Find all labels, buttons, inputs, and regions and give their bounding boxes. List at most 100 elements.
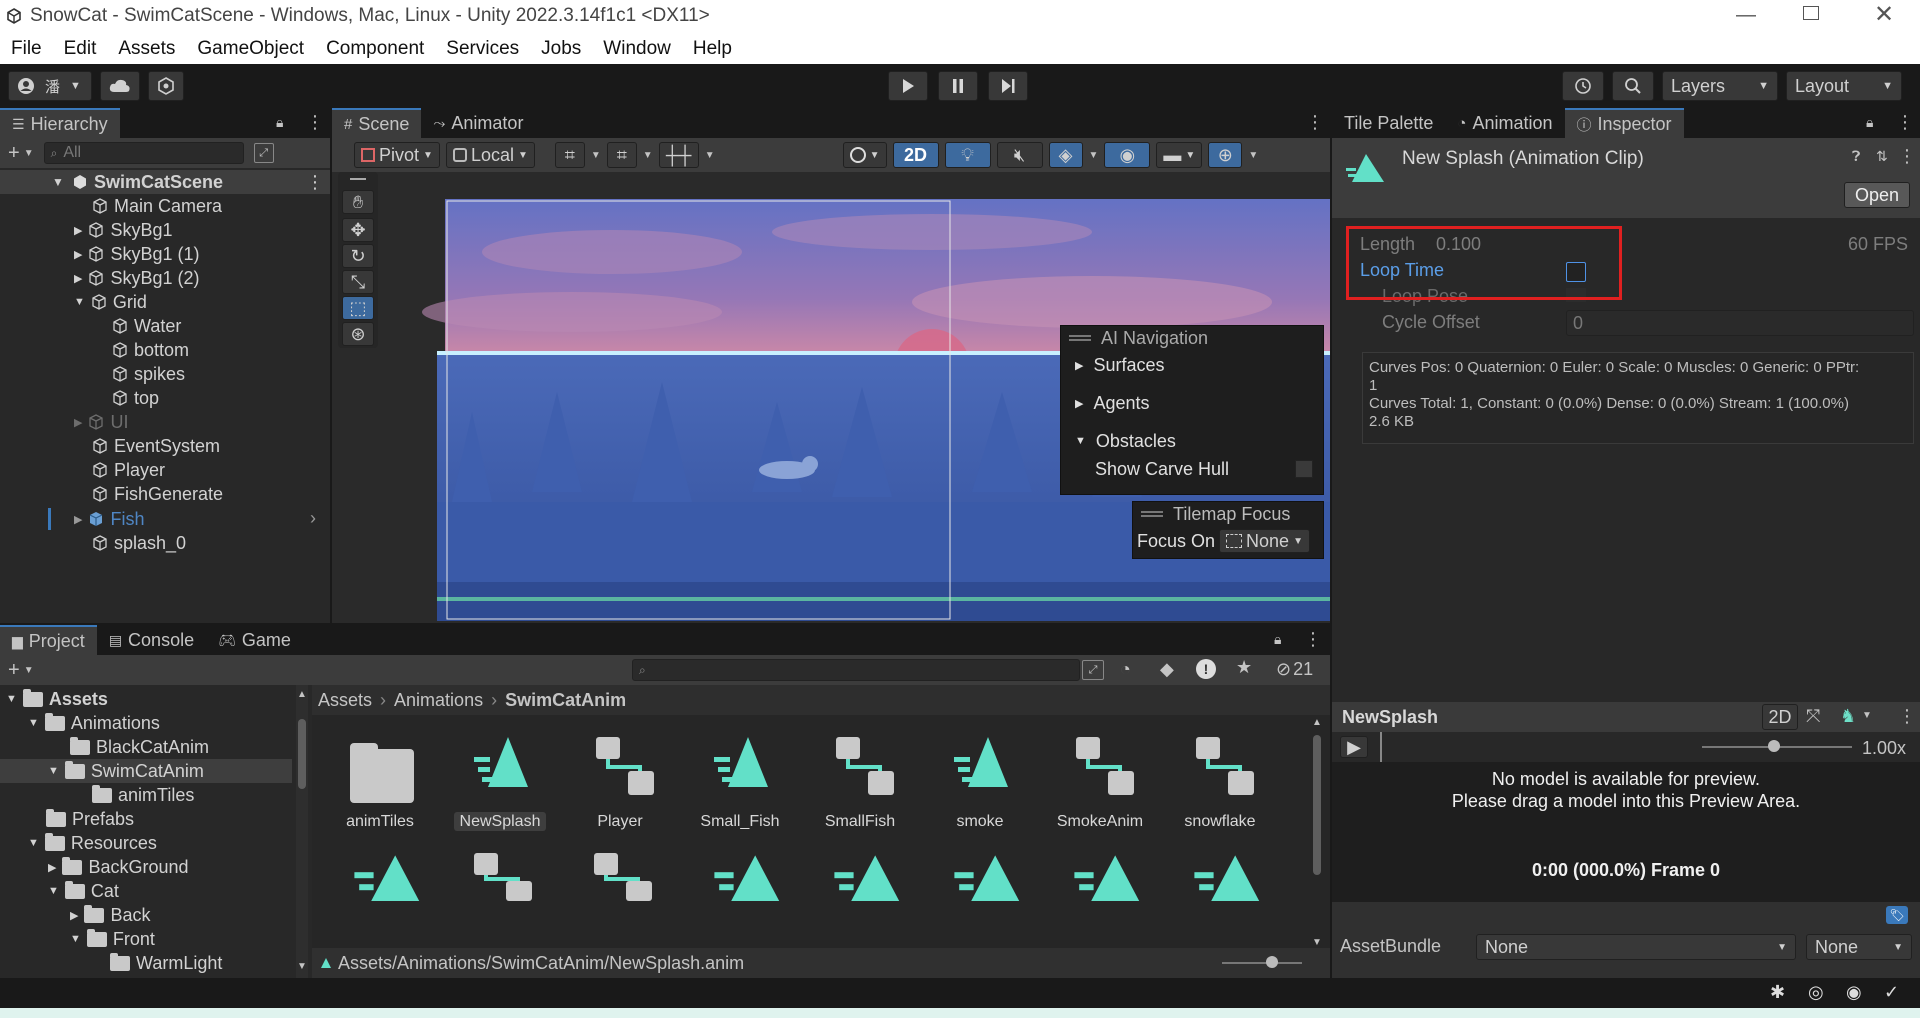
preset-icon[interactable]: ⇅ <box>1876 148 1888 165</box>
effects-icon[interactable]: ◈ <box>1048 142 1083 168</box>
help-icon[interactable]: ❓︎ <box>1852 148 1860 165</box>
asset-item-selected[interactable]: NewSplash <box>446 721 554 841</box>
tab-hierarchy[interactable]: ☰ Hierarchy <box>0 108 120 138</box>
mode-2d-button[interactable]: 2D <box>892 142 939 168</box>
increment-snap-icon[interactable]: ⌗ <box>606 142 637 168</box>
transform-tool-icon[interactable]: ⊛ <box>342 322 374 346</box>
tree-item[interactable]: ▼ Resources <box>28 831 157 855</box>
tab-project[interactable]: ▆ Project <box>0 625 97 655</box>
tree-item[interactable]: ▼ Front <box>70 927 155 951</box>
lighting-icon[interactable]: 💡︎ <box>944 142 991 168</box>
hierarchy-item[interactable]: FishGenerate <box>92 482 223 506</box>
hierarchy-item[interactable]: splash_0 <box>92 531 186 555</box>
tab-scene[interactable]: # Scene <box>332 108 422 138</box>
hierarchy-item[interactable]: top <box>112 386 159 410</box>
tree-item[interactable]: ▼ Assets <box>6 687 108 711</box>
pause-button[interactable] <box>938 71 978 101</box>
camera-dropdown[interactable]: ▬ ▼ <box>1156 142 1203 168</box>
tree-item[interactable]: ▼ Cat <box>48 879 119 903</box>
animation-clip-icon[interactable] <box>1070 853 1146 901</box>
animation-clip-icon[interactable] <box>350 853 426 901</box>
kebab-menu-icon[interactable]: ⋮ <box>1304 629 1322 650</box>
ruler-icon[interactable]: ┼┼ <box>658 142 699 168</box>
asset-item[interactable]: snowflake <box>1166 721 1274 841</box>
tree-scrollbar[interactable]: ▲ ▼ <box>296 685 308 978</box>
minimize-button[interactable]: — <box>1736 4 1756 27</box>
hand-tool-icon[interactable]: ✋︎ <box>342 190 374 214</box>
cycle-offset-input[interactable]: 0 <box>1566 310 1914 336</box>
animator-controller-icon[interactable] <box>592 851 654 901</box>
tab-tile-palette[interactable]: Tile Palette <box>1332 108 1445 138</box>
hierarchy-item[interactable]: Water <box>112 314 181 338</box>
scale-tool-icon[interactable]: ⤡ <box>342 270 374 294</box>
tab-game[interactable]: 🎮︎ Game <box>206 625 303 655</box>
open-button[interactable]: Open <box>1844 182 1910 208</box>
step-button[interactable] <box>988 71 1028 101</box>
hierarchy-item[interactable]: Main Camera <box>92 194 222 218</box>
collab-icon[interactable] <box>148 71 184 101</box>
lock-icon[interactable]: 🔒︎ <box>1274 631 1281 648</box>
account-button[interactable]: 潘 ▼ <box>8 71 92 101</box>
project-search-input[interactable]: ⌕ <box>632 659 1080 681</box>
menu-file[interactable]: File <box>11 38 42 60</box>
menu-edit[interactable]: Edit <box>64 38 97 60</box>
kebab-menu-icon[interactable]: ⋮ <box>1898 706 1916 727</box>
hierarchy-item[interactable]: EventSystem <box>92 434 220 458</box>
pivot-dropdown[interactable]: ​Pivot▼ <box>354 142 440 168</box>
menu-services[interactable]: Services <box>446 38 519 60</box>
hierarchy-item[interactable]: bottom <box>112 338 189 362</box>
breadcrumb-item[interactable]: Assets <box>318 690 372 711</box>
pivot-icon[interactable]: ⤧ <box>1806 706 1820 727</box>
hidden-packages-toggle[interactable]: ⊘ 21 <box>1276 659 1313 680</box>
scene-viewport[interactable]: ✋︎ ✥ ↻ ⤡ ⬚ ⊛ AI Navigation ▶ Surfaces ▶ Ag… <box>332 172 1330 623</box>
search-options-icon[interactable]: ⤢ <box>253 143 274 163</box>
hierarchy-item-prefab[interactable]: ▶ Fish <box>74 507 144 531</box>
icon-size-slider[interactable] <box>1222 962 1302 964</box>
menu-window[interactable]: Window <box>603 38 671 60</box>
tab-console[interactable]: ▤ Console <box>97 625 206 655</box>
surfaces-foldout[interactable]: ▶ Surfaces <box>1061 350 1323 380</box>
lock-icon[interactable]: 🔒︎ <box>1866 114 1873 131</box>
tab-animator[interactable]: ⤳ Animator <box>421 108 535 138</box>
kebab-menu-icon[interactable]: ⋮ <box>1896 112 1914 133</box>
filter-label-icon[interactable]: ◆ <box>1160 659 1174 680</box>
animation-clip-icon[interactable] <box>710 853 786 901</box>
animation-clip-icon[interactable] <box>1190 853 1266 901</box>
tree-item[interactable]: Prefabs <box>46 807 134 831</box>
add-icon[interactable]: + <box>8 659 20 682</box>
warning-icon[interactable]: ! <box>1196 659 1216 679</box>
asset-item[interactable]: Player <box>566 721 674 841</box>
animation-clip-icon[interactable] <box>950 853 1026 901</box>
hierarchy-item[interactable]: ▼ Grid <box>74 290 147 314</box>
filter-type-icon[interactable]: ◔ <box>1120 659 1131 680</box>
hierarchy-item[interactable]: ▶ SkyBg1 (1) <box>74 242 200 266</box>
preview-2d-button[interactable]: 2D <box>1762 704 1798 730</box>
rotate-tool-icon[interactable]: ↻ <box>342 244 374 268</box>
cloud-icon[interactable] <box>100 71 140 101</box>
close-window-button[interactable]: ✕ <box>1874 0 1894 29</box>
menu-jobs[interactable]: Jobs <box>541 38 581 60</box>
tree-item[interactable]: ▼ Animations <box>28 711 160 735</box>
speed-slider-thumb[interactable] <box>1768 740 1780 752</box>
menu-component[interactable]: Component <box>326 38 424 60</box>
profiler-icon[interactable]: ◉ <box>1846 982 1862 1003</box>
search-icon[interactable] <box>1612 71 1654 101</box>
asset-item[interactable]: SmokeAnim <box>1046 721 1154 841</box>
kebab-menu-icon[interactable]: ⋮ <box>1898 146 1916 167</box>
breadcrumb-item[interactable]: Animations <box>394 690 483 711</box>
tab-inspector[interactable]: ⓘ Inspector <box>1564 108 1684 138</box>
chevron-right-icon[interactable]: › <box>310 508 316 529</box>
tab-animation[interactable]: ◔ Animation <box>1445 108 1564 138</box>
hierarchy-search-input[interactable]: ⌕ All <box>43 142 244 164</box>
focus-dropdown[interactable]: ​None▼ <box>1219 529 1310 553</box>
history-icon[interactable] <box>1562 71 1604 101</box>
kebab-menu-icon[interactable]: ⋮ <box>306 112 324 133</box>
add-icon[interactable]: + <box>8 142 20 165</box>
menu-help[interactable]: Help <box>693 38 732 60</box>
avatar-icon[interactable]: ♞ <box>1840 706 1856 727</box>
hierarchy-item[interactable]: ▶ SkyBg1 <box>74 218 173 242</box>
favorite-star-icon[interactable]: ★ <box>1236 657 1252 678</box>
hierarchy-item[interactable]: spikes <box>112 362 185 386</box>
hierarchy-item[interactable]: ▶ SkyBg1 (2) <box>74 266 200 290</box>
time-cursor[interactable] <box>1380 732 1382 762</box>
